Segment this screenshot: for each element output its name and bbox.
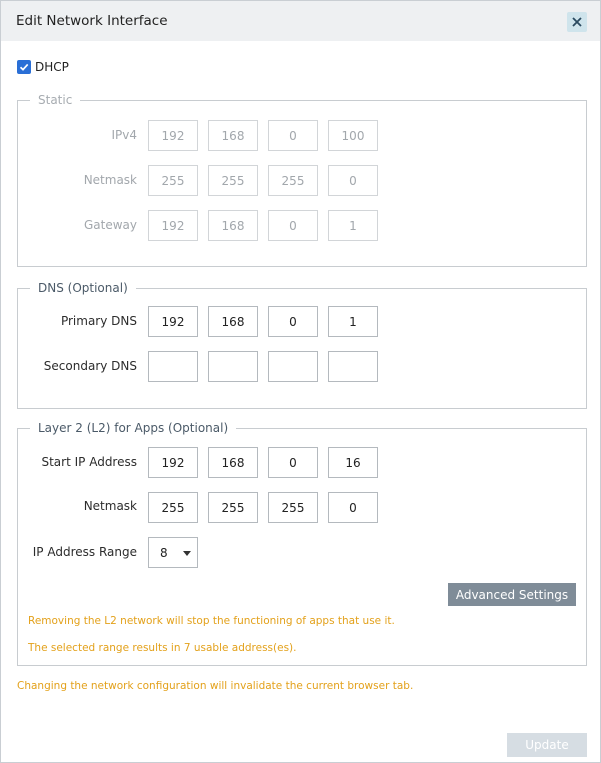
checkmark-icon (19, 63, 29, 71)
dialog-titlebar: Edit Network Interface (1, 1, 600, 41)
l2-netmask-label: Netmask (83, 499, 137, 513)
ip-range-select[interactable]: 8 (148, 537, 198, 568)
l2-netmask-octet-3[interactable]: 255 (268, 492, 318, 523)
ip-range-value: 8 (160, 545, 168, 560)
gateway-octet-2: 168 (208, 210, 258, 241)
secondary-dns-octet-4[interactable] (328, 351, 378, 382)
dropdown-caret-icon (183, 551, 191, 556)
gateway-label: Gateway (83, 218, 137, 232)
l2-range-warning: The selected range results in 7 usable a… (28, 642, 297, 654)
ip-range-label: IP Address Range (32, 545, 137, 559)
dialog-title: Edit Network Interface (16, 13, 168, 29)
primary-dns-label: Primary DNS (60, 314, 137, 328)
dhcp-checkbox[interactable] (17, 60, 31, 74)
close-icon (572, 17, 582, 27)
start-ip-octet-2[interactable]: 168 (208, 447, 258, 478)
dhcp-option: DHCP (17, 60, 69, 74)
update-button[interactable]: Update (507, 733, 587, 757)
start-ip-octet-4[interactable]: 16 (328, 447, 378, 478)
l2-netmask-octet-2[interactable]: 255 (208, 492, 258, 523)
close-button[interactable] (567, 12, 587, 32)
l2-netmask-octet-1[interactable]: 255 (148, 492, 198, 523)
gateway-octet-1: 192 (148, 210, 198, 241)
l2-legend: Layer 2 (L2) for Apps (Optional) (30, 420, 237, 436)
advanced-settings-button[interactable]: Advanced Settings (448, 583, 576, 606)
primary-dns-octet-2[interactable]: 168 (208, 306, 258, 337)
edit-network-dialog: Edit Network Interface DHCP Static IPv4 … (0, 0, 601, 763)
dhcp-label: DHCP (35, 60, 69, 74)
start-ip-octet-1[interactable]: 192 (148, 447, 198, 478)
ipv4-octet-2: 168 (208, 120, 258, 151)
ipv4-octet-1: 192 (148, 120, 198, 151)
start-ip-label: Start IP Address (41, 455, 137, 469)
ipv4-octet-3: 0 (268, 120, 318, 151)
config-warning: Changing the network configuration will … (17, 680, 414, 692)
ipv4-label: IPv4 (111, 128, 137, 142)
secondary-dns-octet-3[interactable] (268, 351, 318, 382)
gateway-octet-3: 0 (268, 210, 318, 241)
static-netmask-octet-2: 255 (208, 165, 258, 196)
l2-netmask-octet-4[interactable]: 0 (328, 492, 378, 523)
gateway-octet-4: 1 (328, 210, 378, 241)
primary-dns-octet-3[interactable]: 0 (268, 306, 318, 337)
static-netmask-octet-1: 255 (148, 165, 198, 196)
secondary-dns-octet-1[interactable] (148, 351, 198, 382)
primary-dns-octet-1[interactable]: 192 (148, 306, 198, 337)
primary-dns-octet-4[interactable]: 1 (328, 306, 378, 337)
secondary-dns-label: Secondary DNS (43, 359, 137, 373)
static-netmask-octet-3: 255 (268, 165, 318, 196)
ipv4-octet-4: 100 (328, 120, 378, 151)
secondary-dns-octet-2[interactable] (208, 351, 258, 382)
static-netmask-label: Netmask (83, 173, 137, 187)
l2-remove-warning: Removing the L2 network will stop the fu… (28, 615, 395, 627)
dns-legend: DNS (Optional) (30, 280, 136, 296)
static-netmask-octet-4: 0 (328, 165, 378, 196)
static-legend: Static (30, 92, 81, 108)
start-ip-octet-3[interactable]: 0 (268, 447, 318, 478)
